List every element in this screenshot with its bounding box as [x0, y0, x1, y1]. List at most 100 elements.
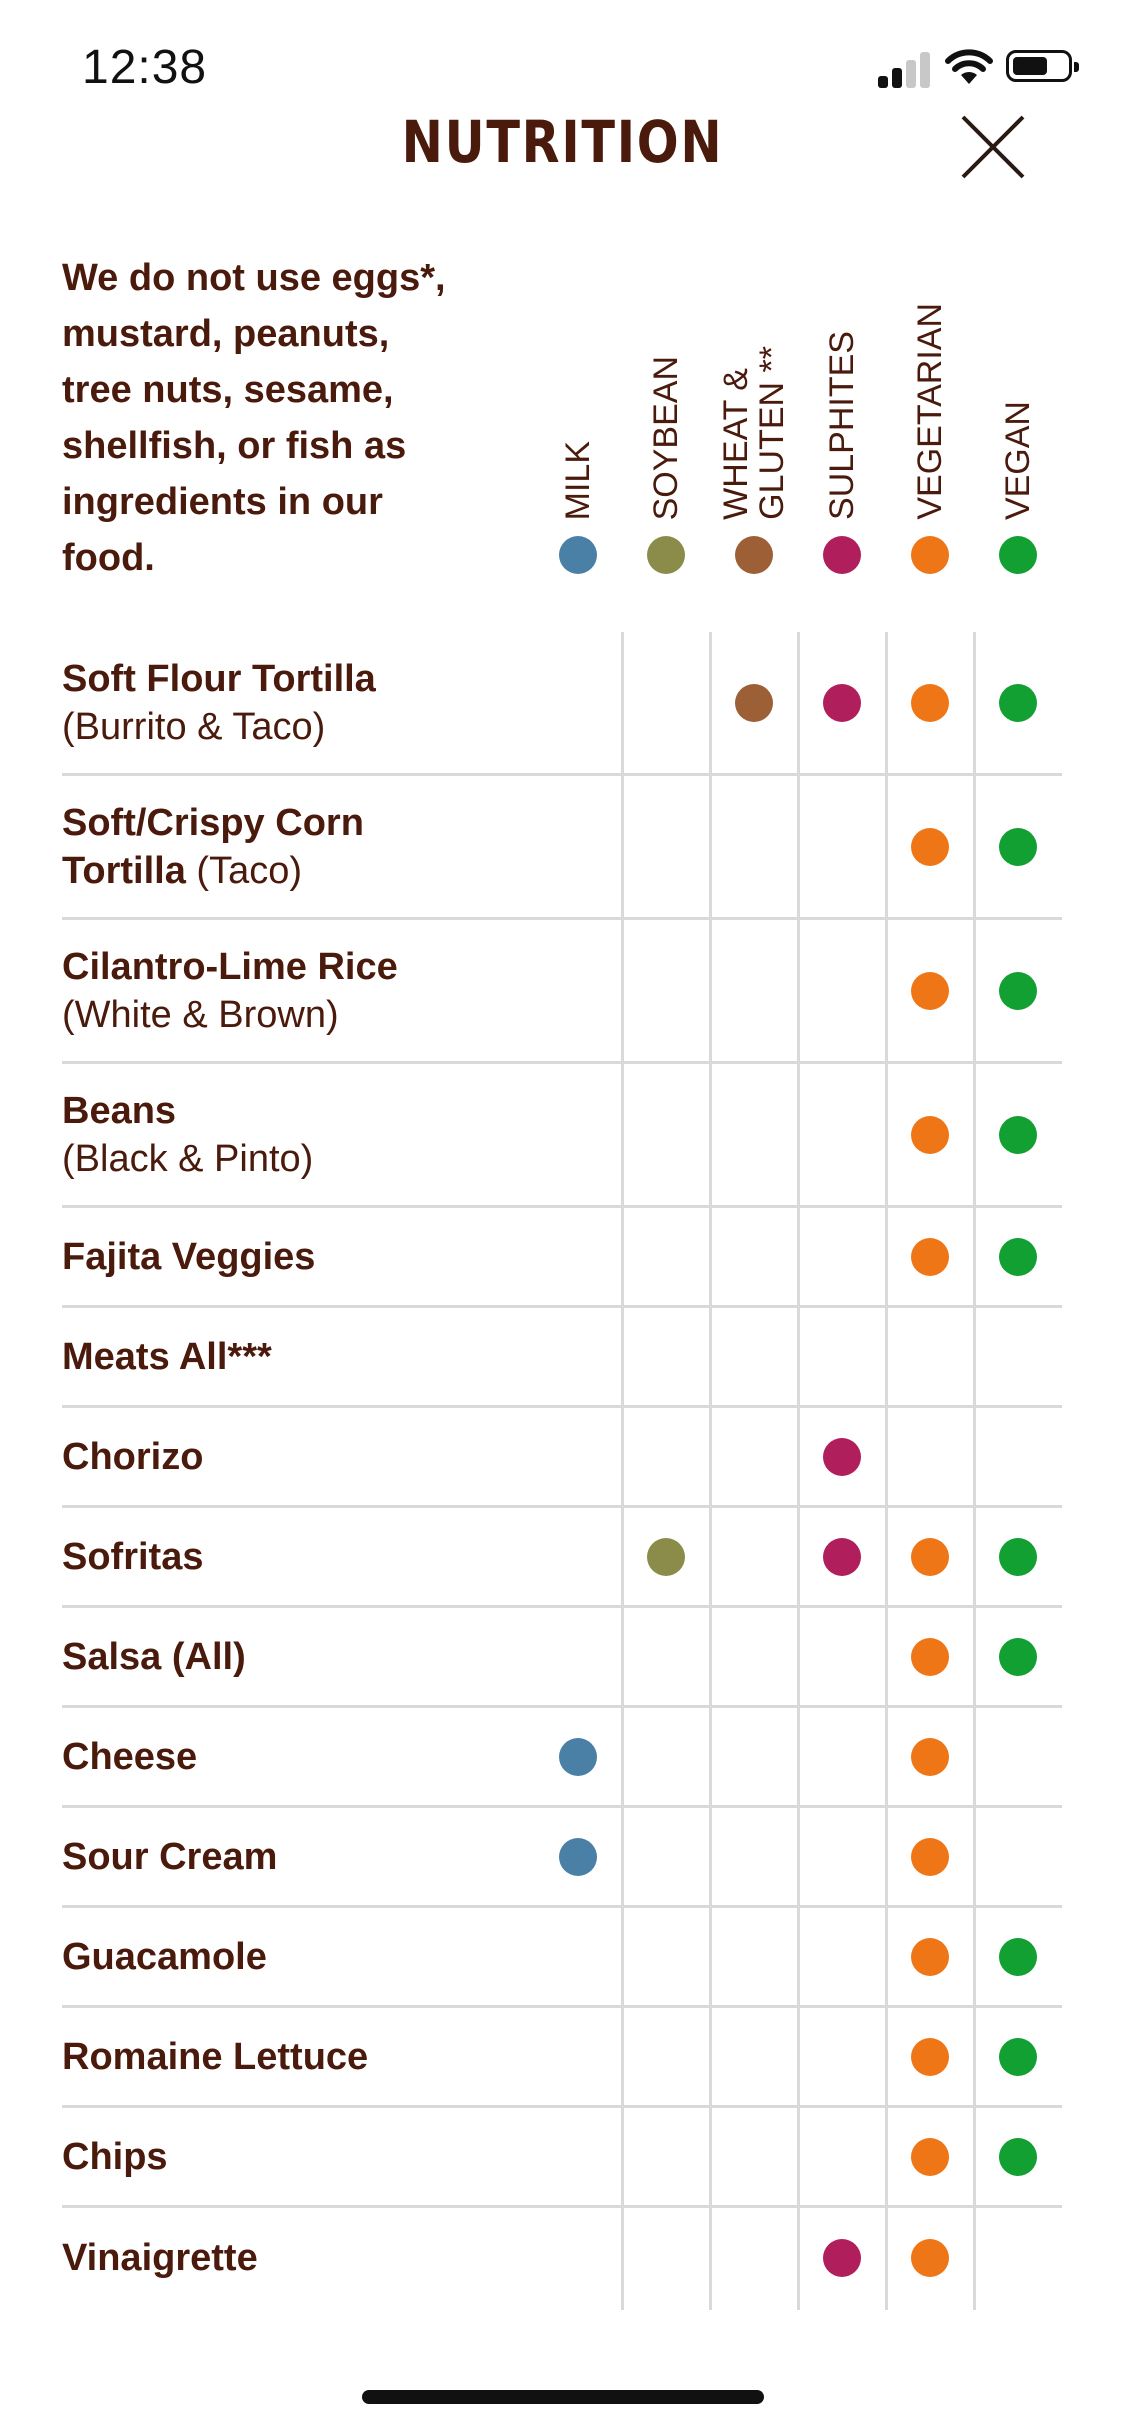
home-indicator: [362, 2390, 764, 2404]
column-label-sulphites: SULPHITES: [823, 331, 861, 520]
wifi-icon: [945, 49, 993, 84]
dot-vegetarian: [911, 827, 949, 866]
table-row: Sofritas: [62, 1508, 1062, 1608]
column-label-wheat: WHEAT & GLUTEN **: [717, 346, 791, 520]
dot-wheat: [735, 683, 773, 722]
battery-icon: [1006, 50, 1079, 82]
dot-sulphites: [823, 1537, 861, 1576]
item-name-bold: Chips: [62, 2135, 168, 2178]
table-row: Soft/Crispy Corn Tortilla (Taco): [62, 776, 1062, 920]
item-name-detail: (Taco): [185, 849, 302, 892]
row-item-name: Soft/Crispy Corn Tortilla (Taco): [62, 799, 422, 895]
dot-vegan: [999, 683, 1037, 722]
item-name-bold: Chorizo: [62, 1435, 204, 1478]
dot-vegetarian: [911, 1737, 949, 1776]
dot-vegetarian: [911, 971, 949, 1010]
table-row: Beans (Black & Pinto): [62, 1064, 1062, 1208]
dot-vegan: [999, 1115, 1037, 1154]
table-row: Cilantro-Lime Rice (White & Brown): [62, 920, 1062, 1064]
column-label-milk: MILK: [559, 440, 597, 520]
dot-milk: [559, 1837, 597, 1876]
item-name-bold: Cheese: [62, 1735, 198, 1778]
table-row: Fajita Veggies: [62, 1208, 1062, 1308]
row-item-name: Chips: [62, 2133, 582, 2181]
dot-vegetarian: [911, 1537, 949, 1576]
item-name-detail: (Burrito & Taco): [62, 705, 326, 748]
item-name-detail: (Black & Pinto): [62, 1137, 314, 1180]
allergen-disclaimer: We do not use eggs*, mustard, peanuts, t…: [62, 257, 446, 579]
dot-vegetarian: [911, 2137, 949, 2176]
dot-vegan: [999, 1637, 1037, 1676]
dot-vegetarian: [911, 1237, 949, 1276]
table-row: Vinaigrette: [62, 2208, 1062, 2308]
dot-soybean: [647, 1537, 685, 1576]
dot-vegan: [999, 2137, 1037, 2176]
page-title: NUTRITION: [401, 108, 724, 176]
legend-dot-vegan: [999, 536, 1037, 574]
item-name-bold: Meats All***: [62, 1335, 272, 1378]
table-row: Cheese: [62, 1708, 1062, 1808]
item-name-bold: Guacamole: [62, 1935, 267, 1978]
dot-vegetarian: [911, 683, 949, 722]
column-label-vegan: VEGAN: [999, 400, 1037, 520]
column-header-soybean: SOYBEAN: [622, 200, 710, 574]
table-row: Meats All***: [62, 1308, 1062, 1408]
row-item-name: Soft Flour Tortilla (Burrito & Taco): [62, 655, 582, 751]
row-item-name: Sofritas: [62, 1533, 582, 1581]
dot-vegan: [999, 2037, 1037, 2076]
dot-vegetarian: [911, 2239, 949, 2277]
row-item-name: Romaine Lettuce: [62, 2033, 582, 2081]
table-row: Chips: [62, 2108, 1062, 2208]
legend-dot-sulphites: [823, 536, 861, 574]
dot-sulphites: [823, 2239, 861, 2277]
column-header-milk: MILK: [534, 200, 622, 574]
column-header-wheat: WHEAT & GLUTEN **: [710, 200, 798, 574]
item-name-bold: Cilantro-Lime Rice: [62, 945, 398, 988]
dot-vegan: [999, 1237, 1037, 1276]
row-item-name: Cheese: [62, 1733, 582, 1781]
item-name-bold: Vinaigrette: [62, 2237, 258, 2279]
item-name-bold: Sour Cream: [62, 1835, 278, 1878]
row-item-name: Beans (Black & Pinto): [62, 1087, 582, 1183]
legend-dot-milk: [559, 536, 597, 574]
column-header-sulphites: SULPHITES: [798, 200, 886, 574]
row-item-name: Guacamole: [62, 1933, 582, 1981]
dot-vegan: [999, 1537, 1037, 1576]
row-item-name: Salsa (All): [62, 1633, 582, 1681]
column-header-vegan: VEGAN: [974, 200, 1062, 574]
dot-vegetarian: [911, 1937, 949, 1976]
row-item-name: Chorizo: [62, 1433, 582, 1481]
item-name-bold: Fajita Veggies: [62, 1235, 316, 1278]
dot-vegan: [999, 971, 1037, 1010]
dot-vegetarian: [911, 1115, 949, 1154]
status-time: 12:38: [82, 41, 208, 94]
table-row: Romaine Lettuce: [62, 2008, 1062, 2108]
row-item-name: Fajita Veggies: [62, 1233, 582, 1281]
column-label-soybean: SOYBEAN: [647, 355, 685, 520]
legend-dot-soybean: [647, 536, 685, 574]
dot-sulphites: [823, 683, 861, 722]
legend-dot-vegetarian: [911, 536, 949, 574]
table-row: Sour Cream: [62, 1808, 1062, 1908]
item-name-bold: Soft Flour Tortilla: [62, 657, 376, 700]
dot-milk: [559, 1737, 597, 1776]
row-item-name: Sour Cream: [62, 1833, 582, 1881]
dot-vegan: [999, 827, 1037, 866]
close-icon[interactable]: [958, 112, 1028, 182]
item-name-bold: Salsa (All): [62, 1635, 246, 1678]
nutrition-table: Soft Flour Tortilla (Burrito & Taco) Soft/…: [62, 632, 1062, 2308]
column-header-vegetarian: VEGETARIAN: [886, 200, 974, 574]
dot-sulphites: [823, 1437, 861, 1476]
dot-vegetarian: [911, 2037, 949, 2076]
dot-vegetarian: [911, 1637, 949, 1676]
item-name-bold: Sofritas: [62, 1535, 204, 1578]
table-row: Soft Flour Tortilla (Burrito & Taco): [62, 632, 1062, 776]
item-name-detail: (White & Brown): [62, 993, 339, 1036]
item-name-bold: Romaine Lettuce: [62, 2035, 369, 2078]
table-row: Chorizo: [62, 1408, 1062, 1508]
dot-vegetarian: [911, 1837, 949, 1876]
row-item-name: Vinaigrette: [62, 2234, 582, 2282]
table-row: Salsa (All): [62, 1608, 1062, 1708]
column-label-vegetarian: VEGETARIAN: [911, 303, 949, 520]
dot-vegan: [999, 1937, 1037, 1976]
